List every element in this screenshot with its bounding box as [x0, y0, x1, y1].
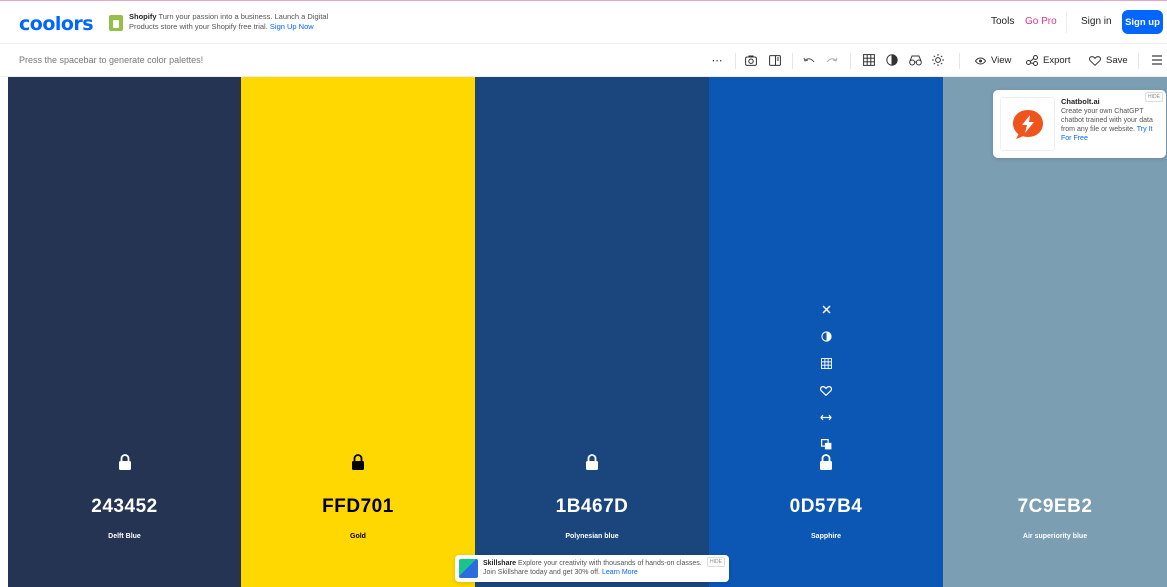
color-name: Air superiority blue — [1022, 533, 1088, 540]
view-label: View — [991, 55, 1012, 66]
shopify-ad-text: Shopify Turn your passion into a busines… — [129, 12, 359, 32]
shopify-bag-icon — [109, 15, 123, 31]
camera-icon[interactable] — [743, 52, 759, 68]
heart-icon — [1089, 55, 1101, 66]
toolbar-divider — [792, 53, 793, 69]
lock-icon[interactable] — [351, 454, 365, 470]
skillshare-text: Skillshare Explore your creativity with … — [483, 559, 703, 577]
undo-icon[interactable] — [801, 52, 817, 68]
skillshare-ad[interactable]: Skillshare Explore your creativity with … — [455, 555, 729, 582]
heart-icon[interactable] — [816, 377, 836, 404]
skillshare-cta[interactable]: Learn More — [602, 569, 638, 576]
top-nav: coolors Shopify Turn your passion into a… — [0, 1, 1167, 44]
coolors-logo[interactable]: coolors — [19, 13, 94, 35]
contrast-icon[interactable] — [816, 323, 836, 350]
more-options-icon[interactable]: ⋯ — [709, 52, 725, 68]
more-options-glyph: ⋯ — [711, 54, 723, 67]
hide-ad-button[interactable]: HIDE — [1145, 92, 1163, 102]
drag-icon[interactable] — [816, 404, 836, 431]
column-tools — [816, 296, 836, 458]
nav-divider — [1066, 11, 1067, 33]
toolbar-divider — [735, 53, 736, 69]
lock-icon[interactable] — [819, 454, 833, 470]
redo-icon[interactable] — [824, 52, 840, 68]
shopify-ad-brand: Shopify — [129, 12, 157, 21]
view-button[interactable]: View — [975, 55, 1011, 66]
lock-icon[interactable] — [585, 454, 599, 470]
palette-color-column[interactable]: FFD701 Gold — [241, 77, 475, 587]
palette-color-column[interactable]: 1B467D Polynesian blue — [475, 77, 709, 587]
nav-signin-link[interactable]: Sign in — [1081, 16, 1112, 27]
shades-icon[interactable] — [816, 350, 836, 377]
menu-icon[interactable] — [1149, 52, 1165, 68]
eye-icon — [975, 57, 986, 64]
nav-tools-link[interactable]: Tools — [991, 16, 1014, 27]
color-name: Sapphire — [811, 533, 841, 540]
signup-button[interactable]: Sign up — [1122, 10, 1163, 34]
color-name: Polynesian blue — [565, 533, 619, 540]
spacebar-hint: Press the spacebar to generate color pal… — [19, 55, 204, 65]
toolbar-divider — [959, 53, 960, 69]
toolbar-divider — [1138, 53, 1139, 69]
shopify-ad[interactable]: Shopify Turn your passion into a busines… — [109, 12, 359, 32]
shopify-ad-cta[interactable]: Sign Up Now — [270, 22, 314, 31]
toolbar-divider — [850, 53, 851, 69]
color-hex[interactable]: 7C9EB2 — [943, 496, 1167, 518]
color-name: Gold — [350, 533, 366, 540]
sidebar-panel-icon[interactable] — [767, 52, 783, 68]
nav-gopro-link[interactable]: Go Pro — [1025, 16, 1057, 27]
glasses-icon[interactable] — [907, 52, 923, 68]
save-button[interactable]: Save — [1089, 55, 1128, 66]
skillshare-logo — [459, 559, 478, 578]
share-icon — [1026, 55, 1038, 66]
skillshare-body: Explore your creativity with thousands o… — [483, 560, 702, 576]
contrast-icon[interactable] — [884, 52, 900, 68]
chatbolt-text: Create your own ChatGPT chatbot trained … — [1061, 107, 1161, 143]
color-name: Delft Blue — [108, 533, 141, 540]
save-label: Save — [1106, 55, 1128, 66]
palette-toolbar: Press the spacebar to generate color pal… — [0, 44, 1167, 77]
chatbolt-title: Chatbolt.ai — [1061, 97, 1100, 106]
color-hex[interactable]: 0D57B4 — [709, 496, 943, 518]
palette-color-column[interactable]: 243452 Delft Blue — [8, 77, 241, 587]
export-label: Export — [1043, 55, 1071, 66]
lock-icon[interactable] — [118, 454, 132, 470]
hide-ad-button[interactable]: HIDE — [707, 557, 725, 567]
chatbolt-ad[interactable]: Chatbolt.ai Create your own ChatGPT chat… — [993, 90, 1166, 158]
color-hex[interactable]: 243452 — [8, 496, 241, 518]
chatbolt-logo — [1000, 97, 1055, 151]
color-hex[interactable]: 1B467D — [475, 496, 709, 518]
skillshare-brand: Skillshare — [483, 560, 517, 567]
color-hex[interactable]: FFD701 — [241, 496, 475, 518]
palette-color-column[interactable]: 0D57B4 Sapphire — [709, 77, 943, 587]
export-button[interactable]: Export — [1026, 55, 1070, 66]
brightness-icon[interactable] — [930, 52, 946, 68]
grid-icon[interactable] — [861, 52, 877, 68]
close-icon[interactable] — [816, 296, 836, 323]
